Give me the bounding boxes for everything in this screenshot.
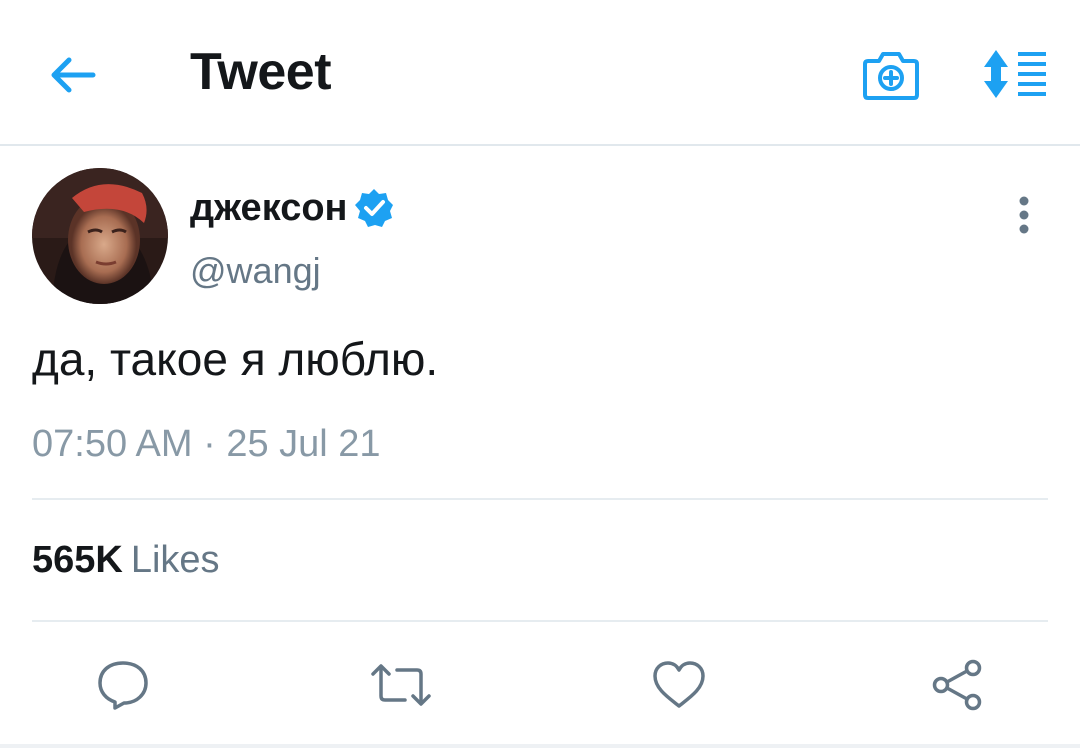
heart-icon — [653, 661, 705, 708]
likes-count: 565K — [32, 539, 123, 581]
comment-icon — [98, 661, 148, 710]
camera-add-button[interactable] — [860, 44, 922, 104]
like-button[interactable] — [646, 652, 712, 718]
bottom-divider — [0, 744, 1080, 748]
tweet-detail-screen: Tweet джексон @wangj да, такое я люблю. … — [0, 0, 1080, 748]
likes-label: Likes — [130, 539, 220, 581]
tweet-text: да, такое я люблю. — [32, 333, 439, 385]
sort-timeline-button[interactable] — [980, 44, 1050, 104]
author-handle[interactable]: @wangj — [190, 248, 321, 294]
reply-button[interactable] — [90, 652, 156, 718]
avatar[interactable] — [32, 168, 168, 304]
likes-stat[interactable]: 565K Likes — [32, 536, 220, 584]
sort-list-icon — [984, 50, 1046, 98]
retweet-button[interactable] — [368, 652, 434, 718]
verified-badge-icon — [354, 189, 393, 227]
page-title: Tweet — [190, 43, 332, 101]
divider — [32, 620, 1048, 622]
back-button[interactable] — [46, 48, 100, 102]
divider — [32, 498, 1048, 500]
camera-add-icon — [863, 52, 919, 100]
retweet-icon — [371, 664, 431, 706]
display-name-text: джексон — [190, 187, 348, 229]
tweet-timestamp: 07:50 AM · 25 Jul 21 — [32, 423, 381, 465]
top-app-bar: Tweet — [0, 0, 1080, 146]
share-icon — [932, 659, 982, 711]
arrow-left-icon — [51, 57, 96, 93]
more-vertical-icon — [1019, 196, 1029, 234]
author-name[interactable]: джексон — [190, 184, 394, 232]
more-options-button[interactable] — [1006, 190, 1042, 240]
profile-photo — [32, 168, 168, 304]
share-button[interactable] — [924, 652, 990, 718]
